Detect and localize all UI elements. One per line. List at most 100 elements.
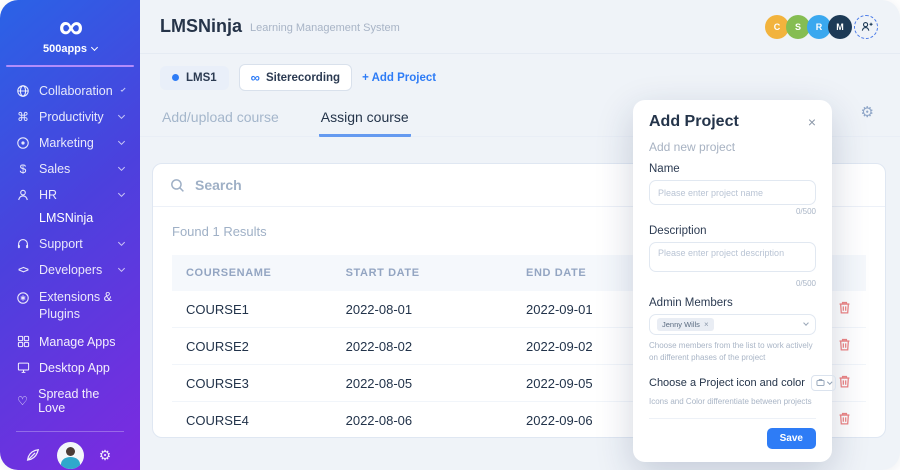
add-project-link[interactable]: + Add Project <box>362 72 436 84</box>
avatar[interactable]: M <box>828 15 852 39</box>
sidebar-footer-menu: Manage Apps Desktop App ♡ Spread the Lov… <box>0 335 140 427</box>
infinity-logo-icon: ∞ <box>251 70 260 85</box>
start-date-cell: 2022-08-06 <box>332 402 512 439</box>
icon-color-label: Choose a Project icon and color <box>649 377 805 389</box>
team-avatars: C S R M <box>768 15 878 39</box>
project-dot-icon <box>172 74 179 81</box>
trash-icon[interactable] <box>837 300 852 315</box>
tab-assign-course[interactable]: Assign course <box>319 103 411 137</box>
add-project-modal: Add Project × Add new project Name 0/500… <box>633 100 832 462</box>
sidebar-bottom-bar: ⚙ <box>0 432 140 470</box>
settings-gear-icon[interactable]: ⚙ <box>861 103 874 121</box>
monitor-icon <box>16 361 30 375</box>
sidebar-item-marketing[interactable]: Marketing <box>16 136 124 150</box>
course-name-cell: COURSE2 <box>172 328 332 365</box>
brand: ∞ 500apps <box>0 12 140 55</box>
chevron-down-icon <box>91 44 98 51</box>
sidebar-menu: Collaboration ⌘ Productivity Marketing $… <box>0 84 140 335</box>
admin-members-helper: Choose members from the list to work act… <box>649 340 816 365</box>
apps-toggle: All Apps My Apps <box>6 65 134 67</box>
topbar: LMSNinja Learning Management System C S … <box>140 0 900 54</box>
grid-icon <box>16 335 30 349</box>
page-title: LMSNinja <box>160 16 242 37</box>
my-apps-button[interactable]: My Apps <box>69 66 132 67</box>
column-coursename[interactable]: COURSENAME <box>172 255 332 291</box>
column-start-date[interactable]: START DATE <box>332 255 512 291</box>
person-icon <box>16 188 30 202</box>
chevron-down-icon <box>803 320 809 326</box>
chevron-down-icon <box>118 190 125 197</box>
sidebar-item-hr[interactable]: HR <box>16 188 124 202</box>
add-member-button[interactable] <box>854 15 878 39</box>
sidebar-item-manage-apps[interactable]: Manage Apps <box>16 335 124 349</box>
headset-icon <box>16 237 30 251</box>
course-name-cell: COURSE1 <box>172 291 332 328</box>
modal-subtitle: Add new project <box>649 140 816 154</box>
modal-title: Add Project <box>649 113 739 131</box>
globe-icon <box>16 84 30 98</box>
feather-icon[interactable] <box>25 447 41 463</box>
chevron-down-icon <box>118 164 125 171</box>
chevron-down-icon <box>120 87 125 92</box>
plugin-icon <box>16 291 30 305</box>
user-avatar[interactable] <box>57 442 84 469</box>
app-window: ∞ 500apps All Apps My Apps Collaboration… <box>0 0 900 470</box>
chevron-down-icon <box>827 379 832 384</box>
person-add-icon <box>860 20 873 33</box>
500apps-logo-icon: ∞ <box>0 12 140 42</box>
modal-divider <box>649 418 816 419</box>
start-date-cell: 2022-08-02 <box>332 328 512 365</box>
search-input[interactable]: Search <box>195 177 242 193</box>
project-description-input[interactable] <box>649 242 816 272</box>
sidebar-item-collaboration[interactable]: Collaboration <box>16 84 124 98</box>
name-char-counter: 0/500 <box>649 207 816 216</box>
sidebar-item-spread-the-love[interactable]: ♡ Spread the Love <box>16 387 124 415</box>
target-icon <box>16 136 30 150</box>
sidebar-item-extensions-plugins[interactable]: Extensions & Plugins <box>16 289 124 323</box>
start-date-cell: 2022-08-01 <box>332 291 512 328</box>
project-name-input[interactable] <box>649 180 816 205</box>
chevron-down-icon <box>118 138 125 145</box>
description-label: Description <box>649 225 816 237</box>
trash-icon[interactable] <box>837 337 852 352</box>
chevron-down-icon <box>118 239 125 246</box>
project-icon-picker[interactable] <box>811 375 837 391</box>
code-icon: <> <box>16 263 30 277</box>
sidebar-item-productivity[interactable]: ⌘ Productivity <box>16 110 124 124</box>
search-icon <box>170 178 185 193</box>
tab-add-upload-course[interactable]: Add/upload course <box>160 103 281 136</box>
trash-icon[interactable] <box>837 374 852 389</box>
command-icon: ⌘ <box>16 110 30 124</box>
heart-icon: ♡ <box>16 394 29 408</box>
course-name-cell: COURSE3 <box>172 365 332 402</box>
brand-name[interactable]: 500apps <box>0 43 140 55</box>
sidebar-item-desktop-app[interactable]: Desktop App <box>16 361 124 375</box>
app-chip-siterecording[interactable]: ∞ Siterecording <box>239 64 352 91</box>
member-chip: Jenny Wills × <box>657 318 714 331</box>
admin-members-label: Admin Members <box>649 297 816 309</box>
sidebar-item-sales[interactable]: $ Sales <box>16 162 124 176</box>
dollar-icon: $ <box>16 162 30 176</box>
gear-icon[interactable]: ⚙ <box>99 447 115 463</box>
project-bar: LMS1 ∞ Siterecording + Add Project <box>140 54 900 97</box>
start-date-cell: 2022-08-05 <box>332 365 512 402</box>
description-char-counter: 0/500 <box>649 279 816 288</box>
chevron-down-icon <box>118 265 125 272</box>
chevron-down-icon <box>118 112 125 119</box>
sidebar-item-lmsninja[interactable]: LMSNinja <box>16 211 124 225</box>
all-apps-button[interactable]: All Apps <box>7 66 69 67</box>
chip-remove-icon[interactable]: × <box>704 320 709 329</box>
icon-color-row: Choose a Project icon and color <box>649 375 816 391</box>
admin-members-select[interactable]: Jenny Wills × <box>649 314 816 335</box>
sidebar-item-support[interactable]: Support <box>16 237 124 251</box>
close-icon[interactable]: × <box>808 115 816 129</box>
save-button[interactable]: Save <box>767 428 816 449</box>
icon-color-helper: Icons and Color differentiate between pr… <box>649 396 816 408</box>
trash-icon[interactable] <box>837 411 852 426</box>
sidebar-item-developers[interactable]: <> Developers <box>16 263 124 277</box>
course-name-cell: COURSE4 <box>172 402 332 439</box>
page-subtitle: Learning Management System <box>250 22 400 34</box>
briefcase-icon <box>816 378 825 387</box>
project-chip-lms1[interactable]: LMS1 <box>160 66 229 90</box>
name-label: Name <box>649 163 816 175</box>
